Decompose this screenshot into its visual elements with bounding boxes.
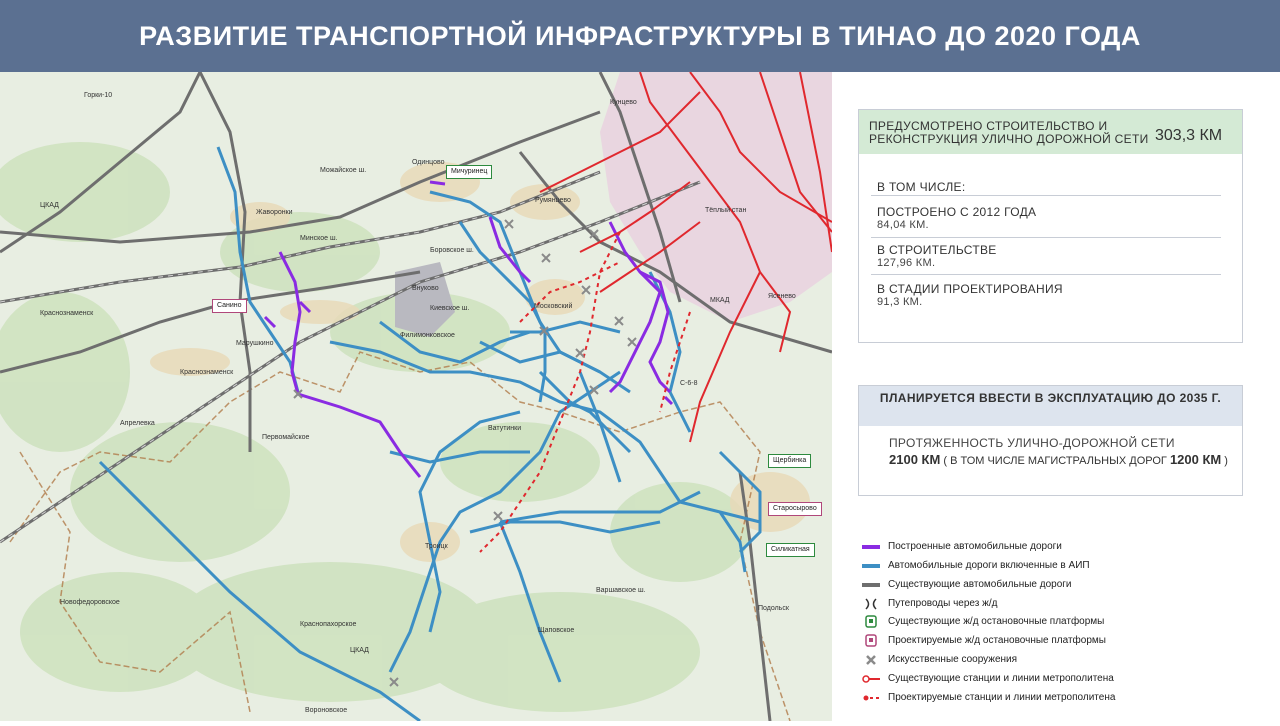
stats-card: ПРЕДУСМОТРЕНО СТРОИТЕЛЬСТВО И РЕКОНСТРУК…: [858, 109, 1243, 343]
place-label-11: Марушкино: [236, 340, 274, 347]
place-label-15: Ватутинки: [488, 425, 521, 432]
place-label-10: Краснознаменск: [40, 310, 94, 317]
legend-item-aip-roads: Автомобильные дороги включенные в АИП: [860, 558, 1260, 574]
place-label-1: Кунцево: [610, 99, 637, 106]
stat-label-construction: В СТРОИТЕЛЬСТВЕ: [877, 243, 997, 257]
plan-mid-text: ( В ТОМ ЧИСЛЕ МАГИСТРАЛЬНЫХ ДОРОГ: [943, 455, 1167, 467]
map-canvas: Горки-10 Кунцево Одинцово Жаворонки Румя…: [0, 71, 833, 723]
structure-x-icon: [866, 655, 876, 665]
page-title: РАЗВИТИЕ ТРАНСПОРТНОЙ ИНФРАСТРУКТУРЫ В Т…: [139, 21, 1141, 51]
legend-item-metro-planned: Проектируемые станции и линии метрополит…: [860, 690, 1260, 706]
plan-card-header: ПЛАНИРУЕТСЯ ВВЕСТИ В ЭКСПЛУАТАЦИЮ ДО 203…: [859, 386, 1242, 426]
place-label-13: Апрелевка: [120, 420, 155, 427]
place-label-8: Московский: [534, 302, 572, 310]
legend-item-overpasses: Путепроводы через ж/д: [860, 596, 1260, 612]
callout-michurinets[interactable]: Мичуринец: [446, 165, 493, 179]
including-label: В ТОМ ЧИСЛЕ:: [877, 180, 966, 194]
road-label-1: Минское ш.: [300, 235, 338, 242]
metro-existing-icon: [862, 675, 880, 683]
place-label-14: Первомайское: [262, 433, 310, 441]
legend-item-built-roads: Построенные автомобильные дороги: [860, 539, 1260, 555]
place-label-24: Вороновское: [305, 707, 347, 714]
rail-platform-planned-icon: [865, 634, 877, 647]
road-label-2: Можайское ш.: [320, 166, 366, 174]
stat-label-built: ПОСТРОЕНО С 2012 ГОДА: [877, 205, 1037, 219]
purple-line-icon: [862, 545, 880, 549]
callout-sanino[interactable]: Санино: [212, 299, 247, 313]
map-area[interactable]: Горки-10 Кунцево Одинцово Жаворонки Румя…: [0, 71, 833, 723]
road-label-8: Варшавское ш.: [596, 587, 646, 594]
plan-card: ПЛАНИРУЕТСЯ ВВЕСТИ В ЭКСПЛУАТАЦИЮ ДО 203…: [858, 385, 1243, 496]
callout-shcherbinka[interactable]: Щербинка: [768, 454, 812, 468]
stat-value-built: 84,04 КМ.: [877, 219, 929, 231]
plan-total-value: 2100 КМ: [889, 452, 941, 467]
header-bar: РАЗВИТИЕ ТРАНСПОРТНОЙ ИНФРАСТРУКТУРЫ В Т…: [0, 0, 1280, 72]
road-label-3: Боровское ш.: [430, 247, 474, 254]
stats-card-header: ПРЕДУСМОТРЕНО СТРОИТЕЛЬСТВО И РЕКОНСТРУК…: [859, 110, 1242, 154]
place-label-25: Ясенево: [768, 293, 796, 300]
legend-item-rail-existing: Существующие ж/д остановочные платформы: [860, 614, 1260, 630]
stat-label-design: В СТАДИИ ПРОЕКТИРОВАНИЯ: [877, 282, 1063, 296]
metro-planned-icon: [863, 695, 880, 701]
divider: [871, 237, 1221, 238]
plan-highway-value: 1200 КМ: [1169, 452, 1222, 467]
stat-value-design: 91,3 КМ.: [877, 296, 923, 308]
stats-headline: ПРЕДУСМОТРЕНО СТРОИТЕЛЬСТВО И РЕКОНСТРУК…: [869, 119, 1149, 146]
place-label-krasnoznamensk: Краснознаменск: [180, 369, 234, 376]
place-label-21: Краснопахорское: [300, 621, 357, 628]
stats-headline-value: 303,3 КМ: [1155, 127, 1223, 144]
place-label-22: Щаповское: [538, 627, 574, 634]
place-label-20: Новофедоровское: [60, 599, 120, 606]
road-label-0b: ЦКАД: [350, 647, 369, 654]
overpass-icon: [865, 598, 877, 610]
place-label-0: Горки-10: [84, 92, 112, 99]
place-label-23: Подольск: [758, 605, 790, 612]
legend-item-existing-roads: Существующие автомобильные дороги: [860, 577, 1260, 593]
plan-values: 2100 КМ ( В ТОМ ЧИСЛЕ МАГИСТРАЛЬНЫХ ДОРО…: [889, 452, 1228, 467]
plan-title: ПЛАНИРУЕТСЯ ВВЕСТИ В ЭКСПЛУАТАЦИЮ ДО 203…: [879, 391, 1222, 405]
divider: [871, 274, 1221, 275]
rail-platform-existing-icon: [865, 615, 877, 628]
place-label-12: Филимонковское: [400, 332, 455, 339]
road-label-5: МКАД: [710, 297, 730, 304]
legend-item-metro-existing: Существующие станции и линии метрополите…: [860, 671, 1260, 687]
stat-value-construction: 127,96 КМ.: [877, 257, 936, 269]
callout-silikatnaya[interactable]: Силикатная: [766, 543, 815, 557]
place-label-4: Жаворонки: [256, 209, 293, 216]
place-label-5: Румянцево: [535, 197, 571, 204]
place-label-19: Троицк: [425, 543, 449, 550]
place-label-7: Внуково: [412, 285, 439, 292]
callout-starosyrovo[interactable]: Старосырово: [768, 502, 822, 516]
place-label-6: Тёплый стан: [705, 206, 746, 214]
plan-network-label: ПРОТЯЖЕННОСТЬ УЛИЧНО-ДОРОЖНОЙ СЕТИ: [889, 436, 1175, 450]
road-label-4: Киевское ш.: [430, 305, 470, 312]
divider: [871, 195, 1221, 196]
plan-close-paren: ): [1224, 455, 1228, 467]
place-label-2: Одинцово: [412, 159, 445, 166]
road-label-6: С-6-8: [680, 380, 698, 387]
blue-line-icon: [862, 564, 880, 568]
road-label-0: ЦКАД: [40, 202, 59, 209]
gray-line-icon: [862, 583, 880, 587]
legend-item-structures: Искусственные сооружения: [860, 652, 1260, 668]
legend-item-rail-planned: Проектируемые ж/д остановочные платформы: [860, 633, 1260, 649]
